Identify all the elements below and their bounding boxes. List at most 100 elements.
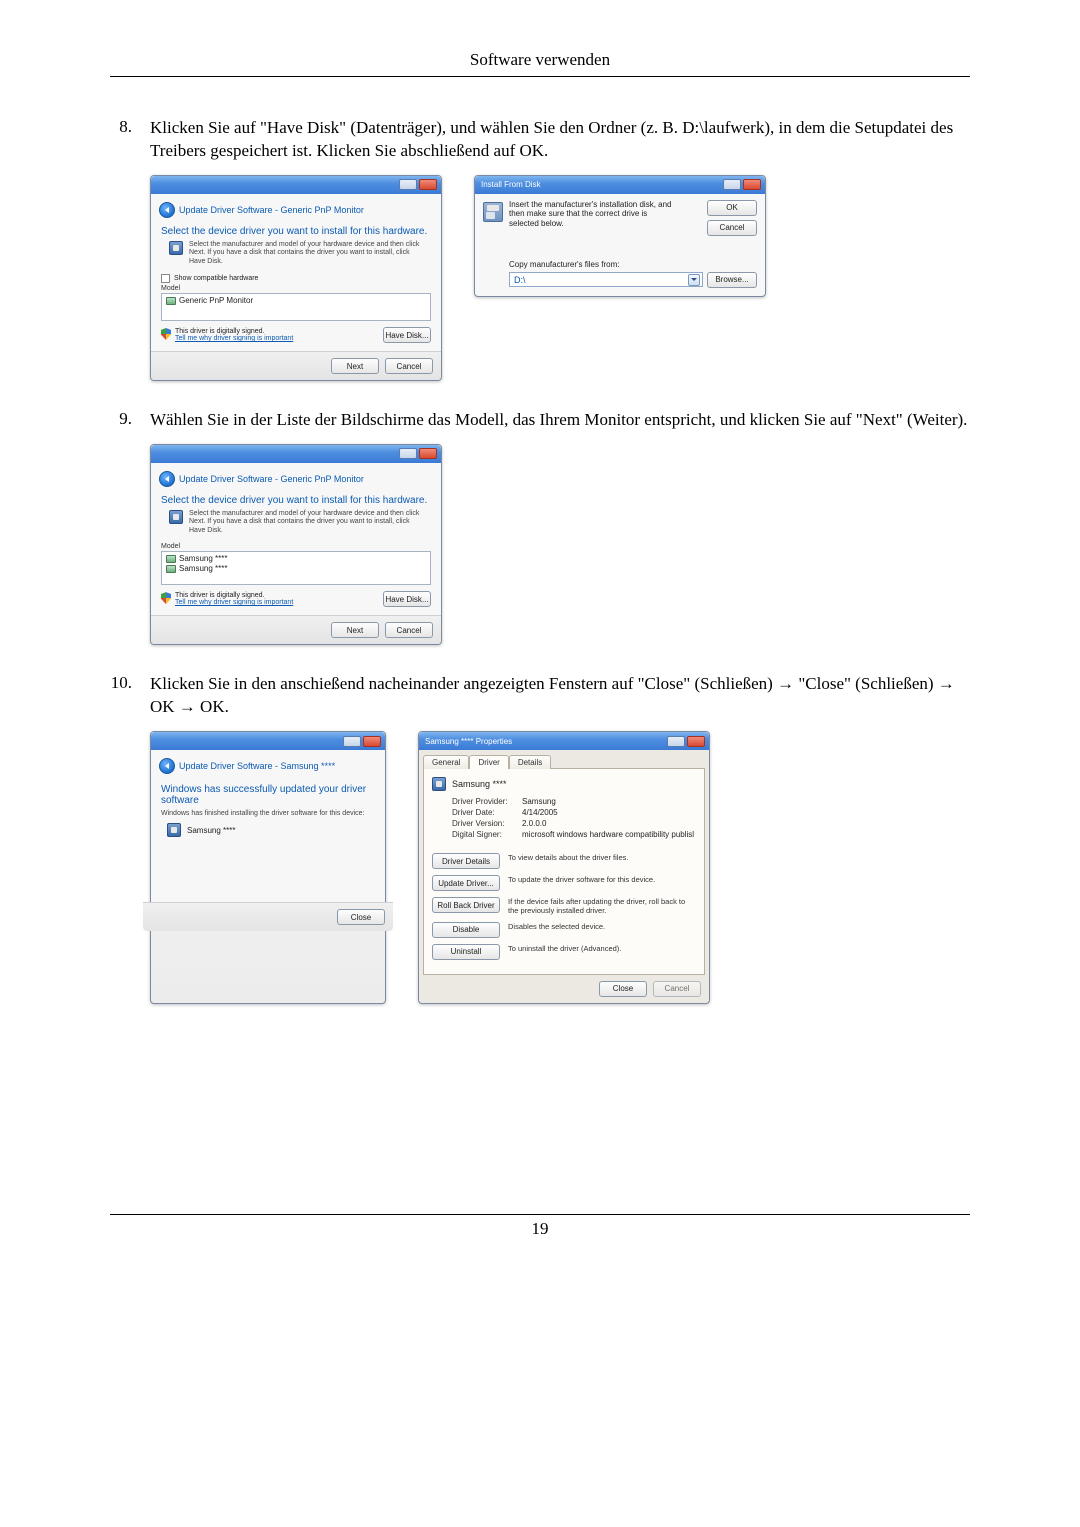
update-success-dialog: Update Driver Software - Samsung **** Wi… — [150, 731, 386, 1004]
minimize-button[interactable] — [343, 736, 361, 747]
list-item-label: Generic PnP Monitor — [179, 296, 253, 305]
cancel-button[interactable]: Cancel — [653, 981, 701, 997]
dialog-title: Samsung **** Properties — [425, 737, 512, 746]
path-value: D:\ — [514, 275, 526, 285]
signing-info-link[interactable]: Tell me why driver signing is important — [175, 599, 293, 606]
compatible-checkbox[interactable] — [161, 274, 170, 283]
next-button[interactable]: Next — [331, 358, 379, 374]
monitor-icon — [166, 565, 176, 573]
close-button-bottom[interactable]: Close — [599, 981, 647, 997]
titlebar: Install From Disk — [475, 176, 765, 194]
titlebar — [151, 732, 385, 750]
shield-icon — [161, 328, 171, 340]
list-item-label: Samsung **** — [179, 554, 227, 563]
success-sub: Windows has finished installing the driv… — [161, 810, 375, 817]
step-8-images: Update Driver Software - Generic PnP Mon… — [150, 175, 970, 381]
tab-driver[interactable]: Driver — [469, 755, 508, 769]
monitor-icon — [166, 297, 176, 305]
tab-details[interactable]: Details — [509, 755, 551, 769]
list-item-label: Samsung **** — [179, 564, 227, 573]
chip-icon — [167, 823, 181, 837]
have-disk-button[interactable]: Have Disk... — [383, 327, 431, 343]
signer-label: Digital Signer: — [452, 830, 522, 839]
provider-label: Driver Provider: — [452, 797, 522, 806]
disable-desc: Disables the selected device. — [508, 922, 605, 931]
step-9-images: Update Driver Software - Generic PnP Mon… — [150, 444, 970, 645]
tab-panel-driver: Samsung **** Driver Provider:Samsung Dri… — [423, 768, 705, 975]
instruction-text: Select the manufacturer and model of you… — [189, 510, 423, 535]
window-controls — [399, 179, 437, 190]
list-item[interactable]: Generic PnP Monitor — [166, 296, 426, 306]
back-button[interactable] — [159, 471, 175, 487]
titlebar — [151, 445, 441, 463]
minimize-button[interactable] — [399, 179, 417, 190]
update-driver-button[interactable]: Update Driver... — [432, 875, 500, 891]
minimize-button[interactable] — [723, 179, 741, 190]
close-button[interactable] — [419, 179, 437, 190]
close-button-bottom[interactable]: Close — [337, 909, 385, 925]
cancel-button[interactable]: Cancel — [707, 220, 757, 236]
help-button[interactable] — [667, 736, 685, 747]
have-disk-button[interactable]: Have Disk... — [383, 591, 431, 607]
update-driver-desc: To update the driver software for this d… — [508, 875, 655, 884]
cancel-button[interactable]: Cancel — [385, 622, 433, 638]
device-properties-dialog: Samsung **** Properties General Driver D… — [418, 731, 710, 1004]
close-button[interactable] — [687, 736, 705, 747]
step-8-number: 8. — [110, 117, 150, 163]
uninstall-desc: To uninstall the driver (Advanced). — [508, 944, 621, 953]
header-rule — [110, 76, 970, 77]
version-label: Driver Version: — [452, 819, 522, 828]
titlebar: Samsung **** Properties — [419, 732, 709, 750]
step-10-number: 10. — [110, 673, 150, 719]
ok-button[interactable]: OK — [707, 200, 757, 216]
back-button[interactable] — [159, 202, 175, 218]
install-instruction: Insert the manufacturer's installation d… — [509, 200, 679, 229]
next-button[interactable]: Next — [331, 622, 379, 638]
signed-text: This driver is digitally signed. — [175, 328, 293, 335]
step-10-images: Update Driver Software - Samsung **** Wi… — [150, 731, 970, 1004]
update-driver-dialog-1: Update Driver Software - Generic PnP Mon… — [150, 175, 442, 381]
tabs: General Driver Details — [419, 750, 709, 768]
breadcrumb-text: Update Driver Software - Samsung **** — [179, 761, 335, 771]
list-item[interactable]: Samsung **** — [166, 554, 426, 564]
model-listbox[interactable]: Samsung **** Samsung **** — [161, 551, 431, 585]
disable-button[interactable]: Disable — [432, 922, 500, 938]
date-value: 4/14/2005 — [522, 808, 558, 817]
instruction-text: Select the manufacturer and model of you… — [189, 241, 423, 266]
tab-general[interactable]: General — [423, 755, 469, 769]
dialog-heading: Select the device driver you want to ins… — [161, 226, 433, 237]
cancel-button[interactable]: Cancel — [385, 358, 433, 374]
step-9-number: 9. — [110, 409, 150, 432]
floppy-icon — [483, 202, 503, 222]
list-item[interactable]: Samsung **** — [166, 564, 426, 574]
signing-info-link[interactable]: Tell me why driver signing is important — [175, 335, 293, 342]
copy-from-label: Copy manufacturer's files from: — [509, 260, 757, 269]
close-button[interactable] — [743, 179, 761, 190]
back-button[interactable] — [159, 758, 175, 774]
signed-text: This driver is digitally signed. — [175, 592, 293, 599]
driver-details-desc: To view details about the driver files. — [508, 853, 628, 862]
step-10-text: Klicken Sie in den anschießend nacheinan… — [150, 673, 970, 719]
driver-details-button[interactable]: Driver Details — [432, 853, 500, 869]
minimize-button[interactable] — [399, 448, 417, 459]
chip-icon — [169, 241, 183, 255]
close-button[interactable] — [363, 736, 381, 747]
step-9: 9. Wählen Sie in der Liste der Bildschir… — [110, 409, 970, 432]
update-driver-dialog-2: Update Driver Software - Generic PnP Mon… — [150, 444, 442, 645]
dropdown-arrow-icon[interactable] — [688, 274, 700, 286]
browse-button[interactable]: Browse... — [707, 272, 757, 288]
rollback-driver-button[interactable]: Roll Back Driver — [432, 897, 500, 913]
monitor-icon — [166, 555, 176, 563]
close-button[interactable] — [419, 448, 437, 459]
footer-rule — [110, 1214, 970, 1215]
model-listbox[interactable]: Generic PnP Monitor — [161, 293, 431, 321]
shield-icon — [161, 592, 171, 604]
breadcrumb-text: Update Driver Software - Generic PnP Mon… — [179, 474, 364, 484]
model-header: Model — [161, 543, 433, 550]
path-combobox[interactable]: D:\ — [509, 272, 703, 287]
model-header: Model — [161, 285, 433, 292]
uninstall-button[interactable]: Uninstall — [432, 944, 500, 960]
rollback-driver-desc: If the device fails after updating the d… — [508, 897, 696, 916]
dialog-title: Install From Disk — [481, 180, 541, 189]
compatible-label: Show compatible hardware — [174, 275, 258, 282]
